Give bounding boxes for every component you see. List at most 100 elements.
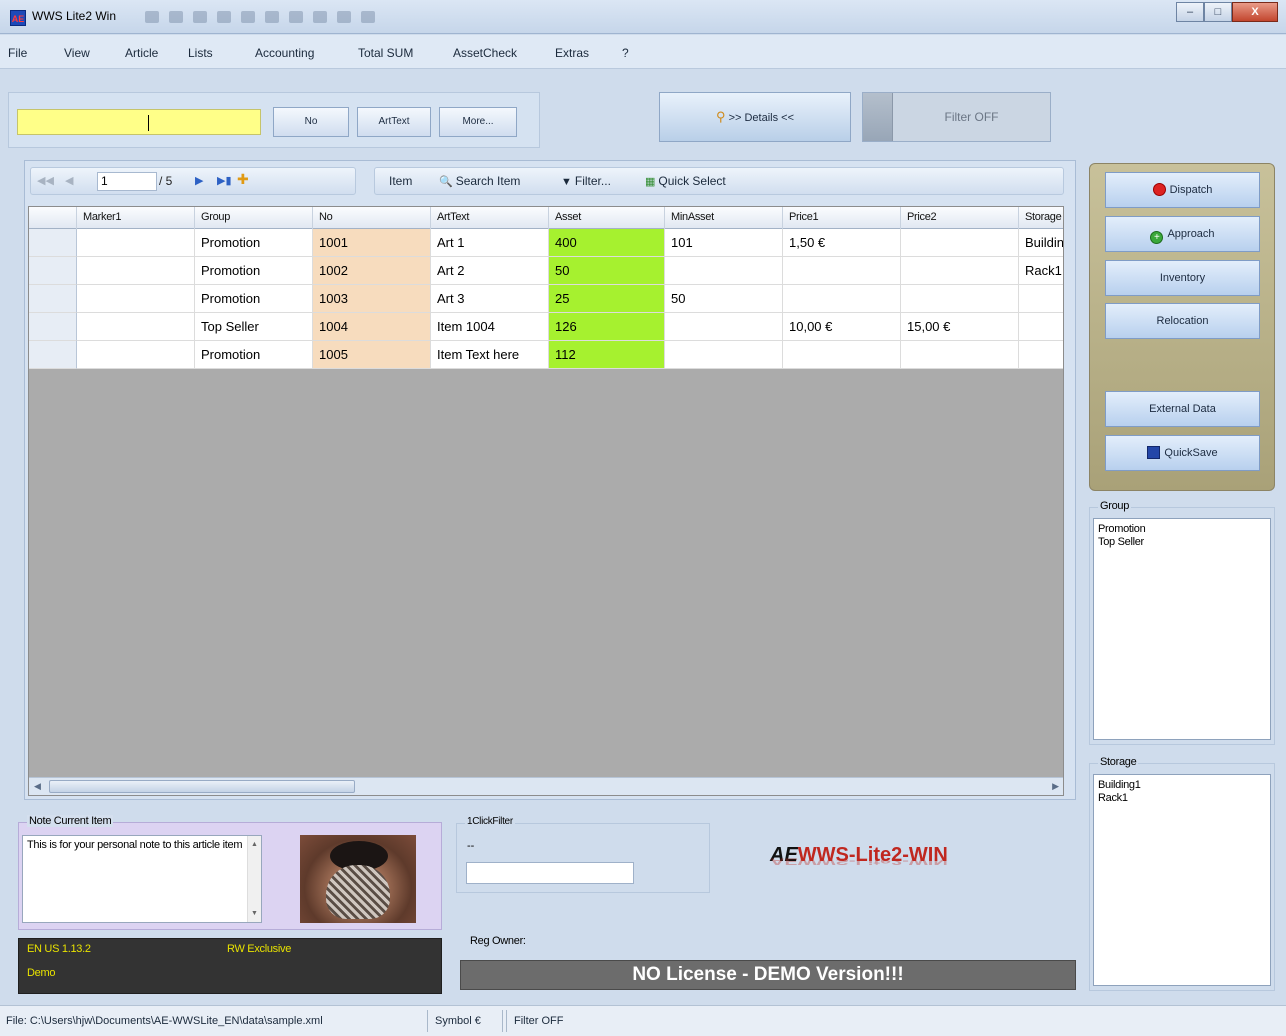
table-row[interactable]: Promotion 1003 Art 3 25 50 — [29, 285, 1063, 313]
column-header-price1[interactable]: Price1 — [783, 207, 901, 229]
table-row[interactable]: Promotion 1005 Item Text here 112 — [29, 341, 1063, 369]
search-arttext-button[interactable]: ArtText — [357, 107, 431, 137]
cell-group[interactable]: Promotion — [195, 341, 313, 369]
menu-accounting[interactable]: Accounting — [255, 46, 314, 60]
column-header-marker1[interactable]: Marker1 — [77, 207, 195, 229]
menu-file[interactable]: File — [8, 46, 27, 60]
filter-toggle[interactable]: Filter OFF — [862, 92, 1051, 142]
cell-no[interactable]: 1003 — [313, 285, 431, 313]
scroll-down-icon[interactable]: ▼ — [251, 907, 258, 920]
menu-extras[interactable]: Extras — [555, 46, 589, 60]
search-input[interactable] — [17, 109, 261, 135]
search-more-button[interactable]: More... — [439, 107, 517, 137]
filter-button[interactable]: ▼ Filter... — [561, 174, 611, 188]
horizontal-scrollbar[interactable]: ◀ ▶ — [29, 777, 1063, 795]
cell-no[interactable]: 1004 — [313, 313, 431, 341]
approach-button[interactable]: + Approach — [1105, 216, 1260, 252]
cell-storage[interactable]: Rack1 — [1019, 257, 1063, 285]
quicksave-button[interactable]: QuickSave — [1105, 435, 1260, 471]
menu-lists[interactable]: Lists — [188, 46, 213, 60]
next-record-icon[interactable]: ▶ — [195, 174, 203, 187]
search-item-button[interactable]: 🔍 Search Item — [439, 174, 520, 188]
inventory-button[interactable]: Inventory — [1105, 260, 1260, 296]
maximize-button[interactable]: □ — [1204, 2, 1232, 22]
add-record-icon[interactable]: ✚ — [237, 171, 249, 188]
cell-price2[interactable] — [901, 229, 1019, 257]
cell-minasset[interactable] — [665, 341, 783, 369]
cell-price1[interactable] — [783, 285, 901, 313]
cell-group[interactable]: Promotion — [195, 257, 313, 285]
article-grid[interactable]: Marker1 Group No ArtText Asset MinAsset … — [28, 206, 1064, 796]
column-header-asset[interactable]: Asset — [549, 207, 665, 229]
cell-arttext[interactable]: Item Text here — [431, 341, 549, 369]
previous-record-icon[interactable]: ◀ — [65, 174, 73, 187]
cell-arttext[interactable]: Art 2 — [431, 257, 549, 285]
row-header[interactable] — [29, 257, 77, 285]
last-record-icon[interactable]: ▶▮ — [217, 174, 232, 187]
cell-storage[interactable] — [1019, 285, 1063, 313]
cell-no[interactable]: 1005 — [313, 341, 431, 369]
item-label[interactable]: Item — [389, 174, 412, 188]
minimize-button[interactable]: – — [1176, 2, 1204, 22]
cell-arttext[interactable]: Art 1 — [431, 229, 549, 257]
cell-minasset[interactable]: 101 — [665, 229, 783, 257]
table-row[interactable]: Promotion 1001 Art 1 400 101 1,50 € Buil… — [29, 229, 1063, 257]
cell-asset[interactable]: 400 — [549, 229, 665, 257]
cell-group[interactable]: Promotion — [195, 229, 313, 257]
menu-total-sum[interactable]: Total SUM — [358, 46, 413, 60]
list-item[interactable]: Rack1 — [1098, 792, 1266, 805]
cell-price1[interactable] — [783, 341, 901, 369]
menu-help[interactable]: ? — [622, 46, 629, 60]
column-header-no[interactable]: No — [313, 207, 431, 229]
column-header-arttext[interactable]: ArtText — [431, 207, 549, 229]
column-header-minasset[interactable]: MinAsset — [665, 207, 783, 229]
oneclick-filter-input[interactable] — [466, 862, 634, 884]
menu-article[interactable]: Article — [125, 46, 158, 60]
cell-minasset[interactable] — [665, 257, 783, 285]
group-listbox[interactable]: Promotion Top Seller — [1093, 518, 1271, 740]
cell-marker1[interactable] — [77, 229, 195, 257]
column-header-group[interactable]: Group — [195, 207, 313, 229]
select-all-cell[interactable] — [29, 207, 77, 229]
note-textarea[interactable]: This is for your personal note to this a… — [22, 835, 262, 923]
row-header[interactable] — [29, 285, 77, 313]
scroll-left-icon[interactable]: ◀ — [34, 781, 41, 792]
cell-storage[interactable]: Building1 — [1019, 229, 1063, 257]
scroll-right-icon[interactable]: ▶ — [1052, 781, 1059, 792]
cell-minasset[interactable] — [665, 313, 783, 341]
quick-select-button[interactable]: ▦ Quick Select — [645, 174, 726, 188]
table-row[interactable]: Promotion 1002 Art 2 50 Rack1 — [29, 257, 1063, 285]
cell-price2[interactable] — [901, 341, 1019, 369]
list-item[interactable]: Promotion — [1098, 523, 1266, 536]
note-scrollbar[interactable]: ▲ ▼ — [247, 836, 261, 922]
cell-storage[interactable] — [1019, 313, 1063, 341]
menu-view[interactable]: View — [64, 46, 90, 60]
dispatch-button[interactable]: Dispatch — [1105, 172, 1260, 208]
cell-arttext[interactable]: Art 3 — [431, 285, 549, 313]
cell-no[interactable]: 1001 — [313, 229, 431, 257]
cell-asset[interactable]: 112 — [549, 341, 665, 369]
cell-marker1[interactable] — [77, 257, 195, 285]
cell-arttext[interactable]: Item 1004 — [431, 313, 549, 341]
column-header-price2[interactable]: Price2 — [901, 207, 1019, 229]
cell-asset[interactable]: 126 — [549, 313, 665, 341]
scroll-up-icon[interactable]: ▲ — [251, 838, 258, 851]
cell-minasset[interactable]: 50 — [665, 285, 783, 313]
table-row[interactable]: Top Seller 1004 Item 1004 126 10,00 € 15… — [29, 313, 1063, 341]
row-header[interactable] — [29, 313, 77, 341]
list-item[interactable]: Building1 — [1098, 779, 1266, 792]
cell-marker1[interactable] — [77, 313, 195, 341]
cell-price1[interactable] — [783, 257, 901, 285]
cell-group[interactable]: Promotion — [195, 285, 313, 313]
cell-marker1[interactable] — [77, 285, 195, 313]
first-record-icon[interactable]: ◀◀ — [37, 174, 54, 187]
cell-marker1[interactable] — [77, 341, 195, 369]
details-button[interactable]: ⚲ >> Details << — [659, 92, 851, 142]
cell-price2[interactable]: 15,00 € — [901, 313, 1019, 341]
cell-storage[interactable] — [1019, 341, 1063, 369]
row-header[interactable] — [29, 341, 77, 369]
cell-group[interactable]: Top Seller — [195, 313, 313, 341]
cell-asset[interactable]: 25 — [549, 285, 665, 313]
search-no-button[interactable]: No — [273, 107, 349, 137]
storage-listbox[interactable]: Building1 Rack1 — [1093, 774, 1271, 986]
